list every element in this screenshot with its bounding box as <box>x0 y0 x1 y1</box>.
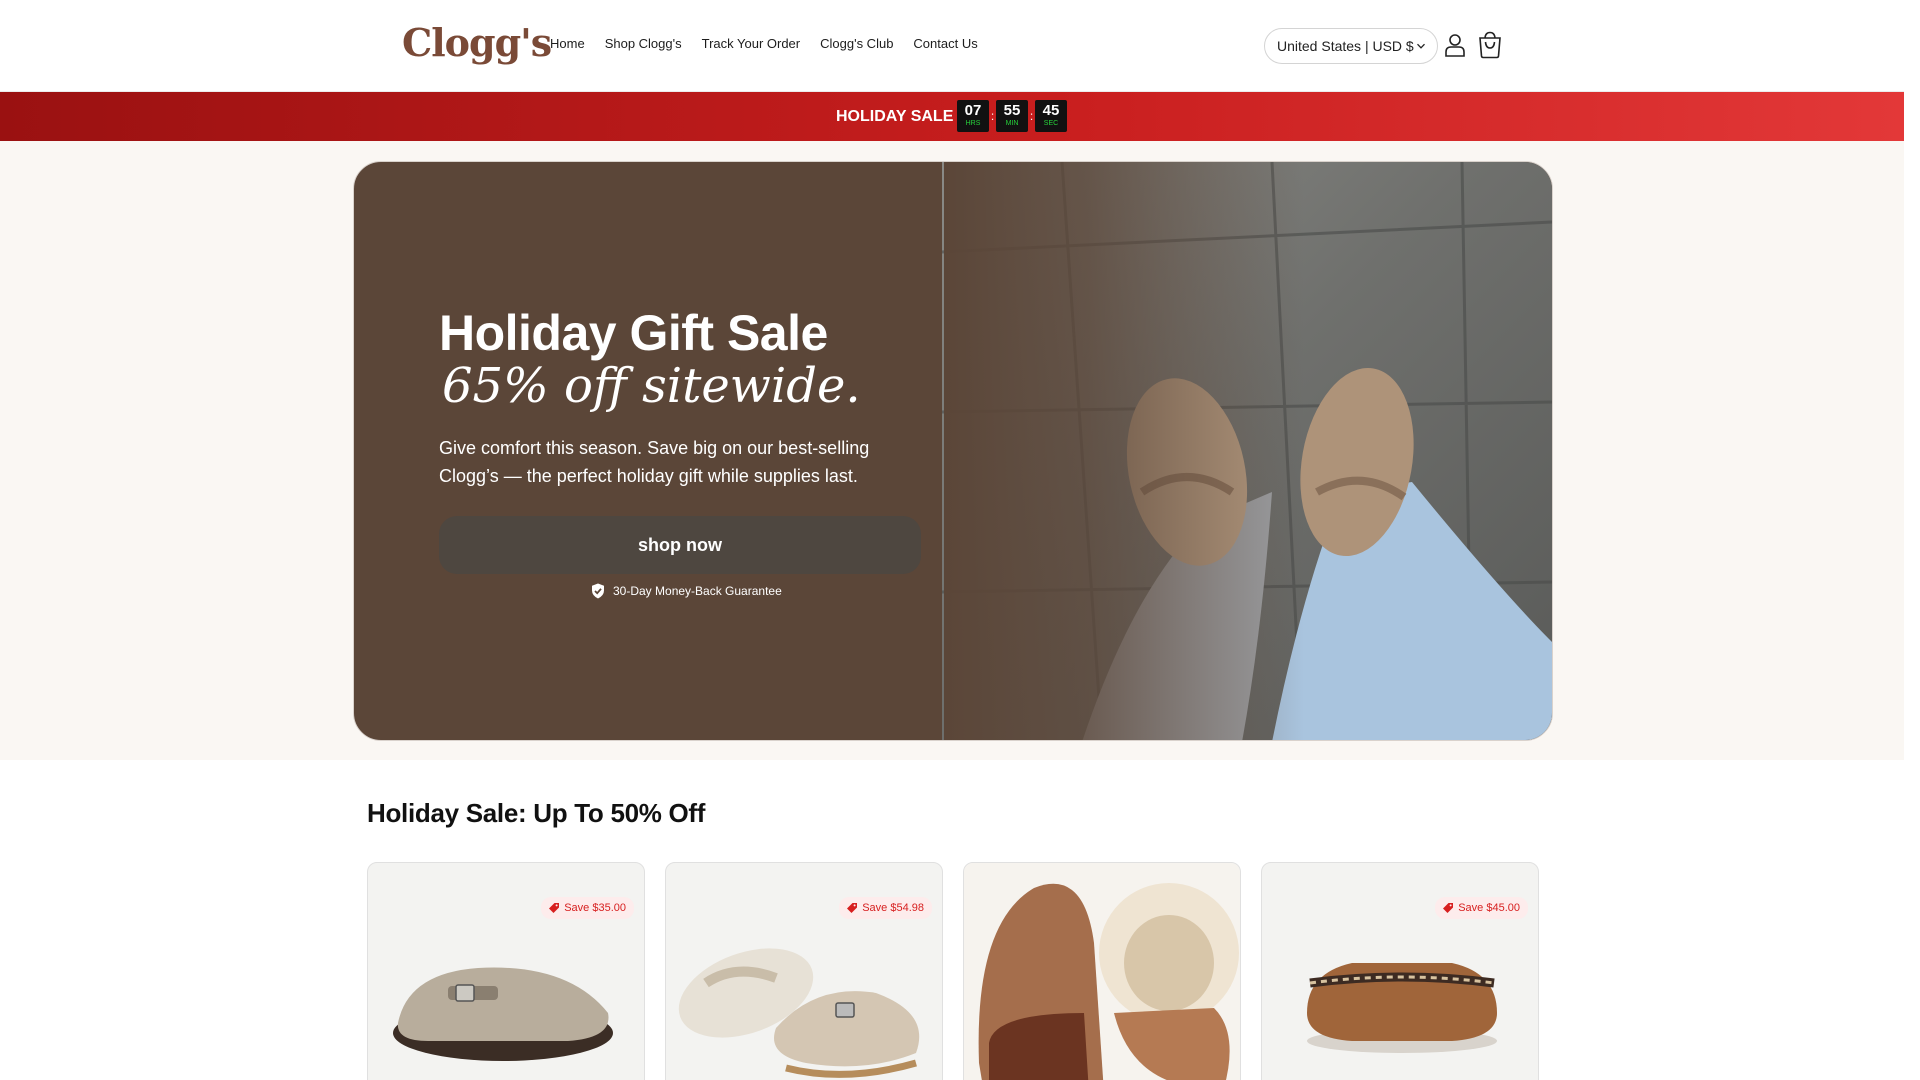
timer-seconds-unit: SEC <box>1043 120 1059 127</box>
product-card[interactable] <box>963 862 1241 1080</box>
main-nav: Home Shop Clogg's Track Your Order Clogg… <box>550 36 978 51</box>
tag-icon <box>847 903 858 913</box>
user-icon[interactable] <box>1444 33 1466 57</box>
timer-separator: : <box>990 109 995 123</box>
hero-section: Holiday Gift Sale 65% off sitewide. Give… <box>0 141 1904 760</box>
sale-countdown-bar: HOLIDAY SALE 07 HRS : 55 MIN : 45 SEC <box>0 92 1904 141</box>
timer-minutes: 55 MIN <box>996 100 1028 132</box>
shop-now-button[interactable]: shop now <box>439 516 921 574</box>
hero-gradient-overlay <box>944 162 1304 740</box>
product-image-clog-pair <box>678 948 920 1078</box>
save-badge: Save $54.98 <box>839 897 932 919</box>
timer-hours-unit: HRS <box>965 120 981 127</box>
product-grid: Save $35.00 Save $54.98 Save $45.00 <box>367 862 1539 1080</box>
nav-contact[interactable]: Contact Us <box>913 36 977 51</box>
save-badge-text: Save $54.98 <box>862 902 924 914</box>
guarantee-text: 30-Day Money-Back Guarantee <box>613 584 782 598</box>
nav-home[interactable]: Home <box>550 36 585 51</box>
sale-label: HOLIDAY SALE <box>836 108 954 125</box>
guarantee-note: 30-Day Money-Back Guarantee <box>591 583 782 599</box>
timer-hours: 07 HRS <box>957 100 989 132</box>
hero-subtitle: 65% off sitewide. <box>442 358 861 414</box>
product-image-shearling-slipper <box>964 863 1240 1080</box>
logo[interactable]: Clogg's <box>402 20 552 65</box>
product-image-braided-slipper <box>1307 963 1497 1053</box>
timer-seconds: 45 SEC <box>1035 100 1067 132</box>
timer-separator: : <box>1029 109 1034 123</box>
country-selector[interactable]: United States | USD $ <box>1264 28 1438 64</box>
countdown-timer: 07 HRS : 55 MIN : 45 SEC <box>957 100 1067 132</box>
tag-icon <box>1443 903 1454 913</box>
save-badge-text: Save $45.00 <box>1458 902 1520 914</box>
chevron-down-icon <box>1417 43 1425 49</box>
product-card[interactable]: Save $54.98 <box>665 862 943 1080</box>
hero-title: Holiday Gift Sale <box>439 305 828 361</box>
site-header: Clogg's Home Shop Clogg's Track Your Ord… <box>0 0 1904 92</box>
country-selector-label: United States | USD $ <box>1277 38 1414 54</box>
nav-track-order[interactable]: Track Your Order <box>702 36 801 51</box>
shield-check-icon <box>592 583 604 599</box>
timer-minutes-value: 55 <box>1003 102 1021 119</box>
hero-banner: Holiday Gift Sale 65% off sitewide. Give… <box>353 161 1553 741</box>
nav-shop[interactable]: Shop Clogg's <box>605 36 682 51</box>
save-badge: Save $35.00 <box>541 897 634 919</box>
timer-minutes-unit: MIN <box>1005 120 1019 127</box>
hero-description: Give comfort this season. Save big on ou… <box>439 438 870 486</box>
product-card[interactable]: Save $35.00 <box>367 862 645 1080</box>
timer-seconds-value: 45 <box>1042 102 1060 119</box>
product-image-clog <box>393 967 613 1061</box>
product-card[interactable]: Save $45.00 <box>1261 862 1539 1080</box>
timer-hours-value: 07 <box>964 102 982 119</box>
section-title: Holiday Sale: Up To 50% Off <box>367 798 706 828</box>
nav-club[interactable]: Clogg's Club <box>820 36 893 51</box>
save-badge-text: Save $35.00 <box>564 902 626 914</box>
shopping-bag-icon[interactable] <box>1477 31 1503 59</box>
save-badge: Save $45.00 <box>1435 897 1528 919</box>
tag-icon <box>549 903 560 913</box>
